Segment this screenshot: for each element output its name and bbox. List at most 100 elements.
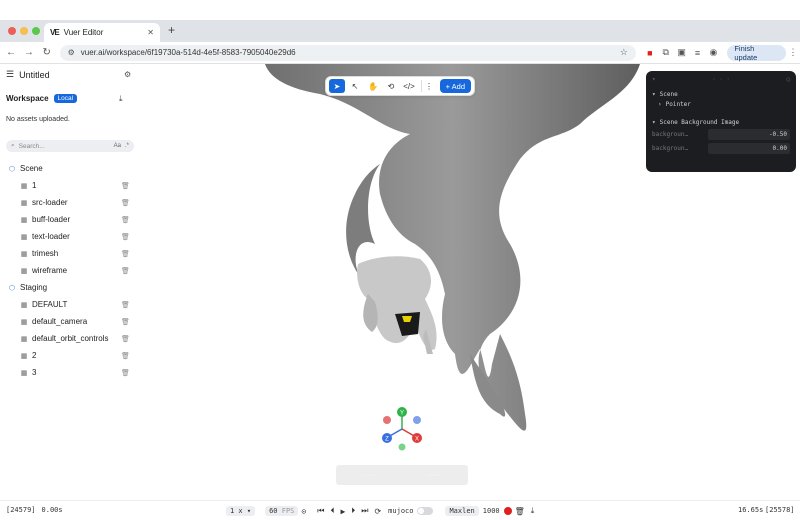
tree-group-scene[interactable]: ⬡ Scene bbox=[0, 160, 140, 177]
menu-icon[interactable]: ☰ bbox=[6, 69, 14, 80]
reading-list-icon[interactable]: ≡ bbox=[690, 48, 706, 58]
add-button[interactable]: + Add bbox=[439, 79, 471, 93]
field-value-input[interactable]: 0.00 bbox=[708, 142, 790, 154]
object-icon: ▦ bbox=[20, 318, 28, 326]
trash-icon[interactable]: 🗑 bbox=[121, 233, 130, 241]
settings-icon[interactable]: ⚙ bbox=[124, 70, 131, 79]
inspector-header: ▾ · · · ◯ bbox=[646, 71, 796, 87]
new-tab-button[interactable]: + bbox=[168, 23, 175, 37]
tree-item[interactable]: ▦ default_orbit_controls 🗑 bbox=[0, 330, 140, 347]
site-info-icon[interactable]: ⚙ bbox=[68, 48, 75, 57]
close-panel-icon[interactable]: ◯ bbox=[786, 76, 790, 83]
background-section-label: Scene Background Image bbox=[659, 118, 740, 126]
regex-toggle[interactable]: .* bbox=[125, 143, 129, 149]
trash-icon[interactable]: 🗑 bbox=[121, 352, 130, 360]
speed-select[interactable]: 1 x ▾ bbox=[226, 506, 256, 516]
collapse-icon[interactable]: ▾ bbox=[652, 76, 656, 83]
pointer-tool-icon[interactable]: ↖ bbox=[347, 79, 363, 93]
extension-red-icon[interactable]: ■ bbox=[642, 48, 658, 58]
tab-search-icon[interactable]: ▣ bbox=[674, 47, 690, 58]
tree-item[interactable]: ▦ buff-loader 🗑 bbox=[0, 211, 140, 228]
reload-icon[interactable]: ↻ bbox=[38, 47, 56, 58]
trash-icon[interactable]: 🗑 bbox=[121, 318, 130, 326]
ghost-button-right[interactable]: ······· bbox=[427, 472, 443, 479]
tree-item[interactable]: ▦ default_camera 🗑 bbox=[0, 313, 140, 330]
tree-item-label: 3 bbox=[32, 368, 37, 377]
tab-title: Vuer Editor bbox=[63, 28, 104, 37]
tree-item[interactable]: ▦ 2 🗑 bbox=[0, 347, 140, 364]
tree-item-label: wireframe bbox=[32, 266, 68, 275]
trash-icon[interactable]: 🗑 bbox=[121, 250, 130, 258]
record-button[interactable] bbox=[503, 507, 512, 515]
close-tab-icon[interactable]: ✕ bbox=[147, 28, 154, 37]
tree-item[interactable]: ▦ 3 🗑 bbox=[0, 364, 140, 381]
back-icon[interactable]: ← bbox=[2, 47, 20, 58]
expand-background-icon: ▾ bbox=[652, 118, 656, 126]
loop-icon[interactable]: ⟳ bbox=[374, 507, 381, 516]
trash-icon[interactable]: 🗑 bbox=[121, 369, 130, 377]
minimize-window-button[interactable] bbox=[20, 27, 28, 35]
profile-icon[interactable]: ◉ bbox=[705, 47, 721, 58]
object-icon: ▦ bbox=[20, 352, 28, 360]
drag-handle[interactable]: · · · bbox=[712, 76, 730, 83]
skip-start-icon[interactable]: ⏮ bbox=[317, 506, 324, 516]
background-section-header[interactable]: ▾ Scene Background Image bbox=[652, 117, 790, 127]
tree-item[interactable]: ▦ DEFAULT 🗑 bbox=[0, 296, 140, 313]
download-icon[interactable]: ⤓ bbox=[531, 506, 535, 516]
tree-item[interactable]: ▦ 1 🗑 bbox=[0, 177, 140, 194]
ghost-button-left[interactable]: ······· bbox=[361, 472, 377, 479]
extensions-puzzle-icon[interactable]: ⧉ bbox=[658, 47, 674, 58]
delete-icon[interactable]: 🗑 bbox=[515, 507, 525, 516]
tree-item[interactable]: ▦ trimesh 🗑 bbox=[0, 245, 140, 262]
code-tool-icon[interactable]: </> bbox=[401, 79, 417, 93]
fps-input[interactable]: 60 FPS bbox=[265, 506, 299, 516]
select-tool-icon[interactable]: ➤ bbox=[329, 79, 345, 93]
gray-creature-model bbox=[265, 64, 640, 431]
field-value-input[interactable]: -0.50 bbox=[708, 128, 790, 140]
trash-icon[interactable]: 🗑 bbox=[121, 199, 130, 207]
project-title-row: ☰ Untitled bbox=[6, 69, 50, 80]
group-icon: ⬡ bbox=[8, 284, 16, 292]
camera-icon[interactable]: ⊙ bbox=[301, 507, 306, 516]
browser-tab[interactable]: VE Vuer Editor ✕ bbox=[44, 23, 160, 42]
project-title[interactable]: Untitled bbox=[19, 70, 50, 80]
hand-tool-icon[interactable]: ✋ bbox=[365, 79, 381, 93]
pointer-row[interactable]: › Pointer bbox=[652, 99, 790, 109]
tree-group-staging[interactable]: ⬡ Staging bbox=[0, 279, 140, 296]
step-back-icon[interactable]: ⏴ bbox=[330, 506, 334, 516]
close-window-button[interactable] bbox=[8, 27, 16, 35]
play-icon[interactable]: ▶ bbox=[340, 507, 345, 516]
tree-item[interactable]: ▦ wireframe 🗑 bbox=[0, 262, 140, 279]
step-forward-icon[interactable]: ⏵ bbox=[351, 506, 355, 516]
mujoco-toggle[interactable] bbox=[417, 507, 434, 515]
skip-end-icon[interactable]: ⏭ bbox=[361, 506, 368, 516]
forward-icon[interactable]: → bbox=[20, 47, 38, 58]
object-icon: ▦ bbox=[20, 199, 28, 207]
axis-gizmo[interactable]: Y X Z bbox=[382, 407, 422, 451]
trash-icon[interactable]: 🗑 bbox=[121, 267, 130, 275]
match-case-toggle[interactable]: Aa bbox=[114, 143, 121, 149]
bookmark-star-icon[interactable]: ☆ bbox=[620, 47, 628, 58]
scene-section-header[interactable]: ▾ Scene bbox=[652, 89, 790, 99]
field-label: backgroun… bbox=[652, 144, 689, 152]
trash-icon[interactable]: 🗑 bbox=[121, 216, 130, 224]
address-bar[interactable]: ⚙ vuer.ai/workspace/6f19730a-514d-4e5f-8… bbox=[59, 44, 636, 61]
tree-item-label: text-loader bbox=[32, 232, 70, 241]
maximize-window-button[interactable] bbox=[32, 27, 40, 35]
trash-icon[interactable]: 🗑 bbox=[121, 182, 130, 190]
search-placeholder: Search... bbox=[18, 142, 45, 150]
rotate-tool-icon[interactable]: ⟲ bbox=[383, 79, 399, 93]
tree-item[interactable]: ▦ text-loader 🗑 bbox=[0, 228, 140, 245]
light-creature-model bbox=[357, 256, 437, 354]
toolbar-more-icon[interactable]: ⋮ bbox=[425, 79, 433, 93]
finish-update-button[interactable]: Finish update bbox=[727, 44, 787, 62]
3d-viewport[interactable]: Y X Z ➤ ↖ ✋ ⟲ </> ⋮ + Add ▾ · · · ◯ ▾ Sc… bbox=[140, 64, 800, 500]
tree-item[interactable]: ▦ src-loader 🗑 bbox=[0, 194, 140, 211]
download-icon[interactable]: ⤓ bbox=[119, 94, 123, 104]
browser-menu-icon[interactable]: ⋮ bbox=[786, 47, 800, 58]
trash-icon[interactable]: 🗑 bbox=[121, 335, 130, 343]
timeline-bar: [24579] 0.00s 1 x ▾ 60 FPS ⊙ ⏮ ⏴ ▶ ⏵ ⏭ ⟳… bbox=[0, 500, 800, 520]
trash-icon[interactable]: 🗑 bbox=[121, 301, 130, 309]
search-input[interactable]: ⌕ Search... Aa .* bbox=[6, 140, 134, 152]
maxlen-input[interactable]: 1000 bbox=[483, 507, 500, 515]
